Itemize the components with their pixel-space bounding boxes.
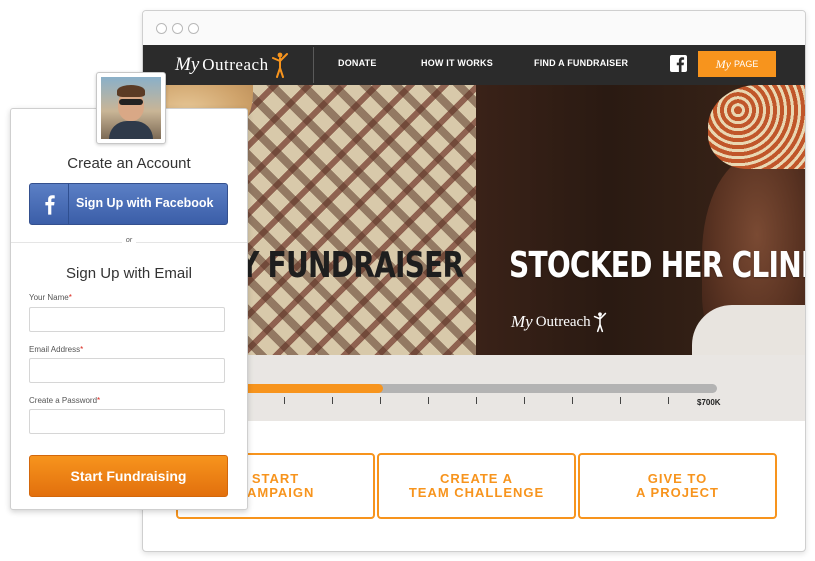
my-page-my: My — [715, 56, 731, 71]
email-label-text: Email Address — [29, 345, 81, 354]
logo-outreach: Outreach — [202, 55, 269, 74]
progress-tick — [380, 397, 381, 404]
required-mark: * — [80, 345, 84, 354]
facebook-signup-label: Sign Up with Facebook — [76, 196, 214, 210]
password-field-label: Create a Password* — [29, 396, 100, 405]
password-label-text: Create a Password — [29, 396, 98, 405]
progress-tick — [620, 397, 621, 404]
nav-divider — [313, 47, 314, 83]
create-team-challenge-button[interactable]: CREATE A TEAM CHALLENGE — [377, 453, 576, 519]
my-page-button[interactable]: My PAGE — [698, 51, 776, 77]
cta-line: GIVE TO — [647, 471, 708, 486]
progress-tick — [332, 397, 333, 404]
progress-tick — [476, 397, 477, 404]
window-maximize-dot[interactable] — [188, 23, 199, 34]
email-field-label: Email Address* — [29, 345, 83, 354]
avatar — [96, 72, 166, 144]
avatar-hair-shape — [117, 85, 145, 97]
name-field-label: Your Name* — [29, 293, 72, 302]
progress-tick — [668, 397, 669, 404]
progress-tick — [428, 397, 429, 404]
required-mark: * — [68, 293, 72, 302]
give-to-project-button[interactable]: GIVE TO A PROJECT — [578, 453, 777, 519]
site-nav: My Outreach DONATE HOW IT WORKS FIND A F… — [143, 45, 805, 85]
avatar-glasses-shape — [119, 99, 143, 105]
progress-goal-label: $700K — [697, 398, 721, 407]
create-account-title: Create an Account — [67, 155, 191, 172]
facebook-icon[interactable] — [670, 55, 687, 72]
cta-line: START — [251, 471, 300, 486]
progress-tick — [284, 397, 285, 404]
facebook-icon — [30, 184, 69, 224]
signup-panel: Create an Account Sign Up with Facebook … — [10, 108, 248, 510]
hero-shirt-shape — [692, 305, 805, 355]
progress-tick — [572, 397, 573, 404]
name-label-text: Your Name — [29, 293, 69, 302]
hero-logo-my: My — [511, 312, 533, 331]
facebook-signup-button[interactable]: Sign Up with Facebook — [29, 183, 228, 225]
avatar-body-shape — [109, 121, 153, 139]
progress-fill — [233, 384, 383, 393]
email-signup-title: Sign Up with Email — [66, 265, 192, 282]
cta-line: CREATE A — [440, 471, 513, 486]
or-text: or — [122, 237, 136, 244]
site-logo[interactable]: My Outreach — [175, 50, 289, 80]
hero-left-headline: Y FUNDRAISER — [239, 245, 464, 286]
hero-right-headline: STOCKED HER CLINIC. — [509, 245, 805, 286]
hero-logo-figure-icon — [593, 312, 606, 333]
avatar-photo — [101, 77, 161, 139]
hero-logo: My Outreach — [511, 311, 607, 333]
window-minimize-dot[interactable] — [172, 23, 183, 34]
start-fundraising-button[interactable]: Start Fundraising — [29, 455, 228, 497]
password-field[interactable] — [29, 409, 225, 434]
hero-scarf-shape — [708, 85, 805, 169]
cta-line: CAMPAIGN — [236, 485, 315, 500]
progress-tick — [524, 397, 525, 404]
logo-figure-icon — [271, 52, 288, 78]
cta-line: TEAM CHALLENGE — [408, 485, 545, 500]
cta-line: A PROJECT — [636, 485, 719, 500]
nav-donate[interactable]: DONATE — [338, 58, 377, 68]
window-close-dot[interactable] — [156, 23, 167, 34]
nav-how-it-works[interactable]: HOW IT WORKS — [421, 58, 493, 68]
hero-logo-outreach: Outreach — [535, 313, 591, 330]
browser-chrome — [143, 11, 805, 46]
my-page-label: PAGE — [733, 59, 759, 69]
email-field[interactable] — [29, 358, 225, 383]
name-field[interactable] — [29, 307, 225, 332]
logo-my: My — [175, 54, 200, 75]
nav-find-a-fundraiser[interactable]: FIND A FUNDRAISER — [534, 58, 628, 68]
required-mark: * — [97, 396, 101, 405]
